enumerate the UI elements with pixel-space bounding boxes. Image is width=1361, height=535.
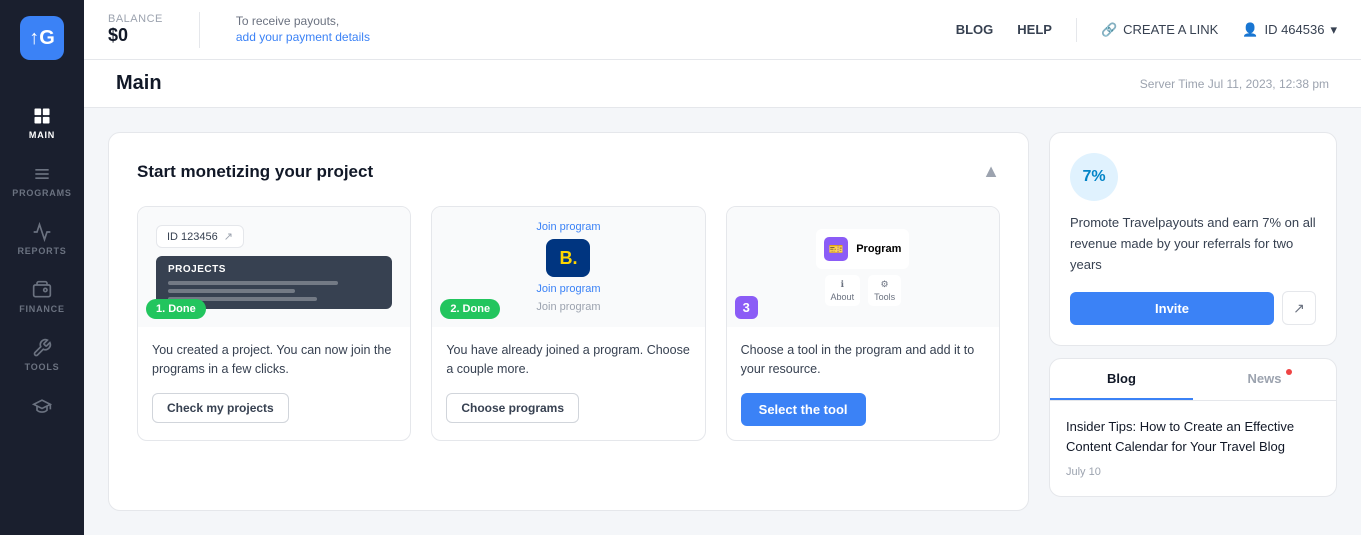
sidebar-item-finance[interactable]: FINANCE — [0, 270, 84, 324]
topbar: Balance $0 To receive payouts, add your … — [84, 0, 1361, 60]
tab-news[interactable]: News — [1193, 359, 1336, 400]
join-link-bottom[interactable]: Join program — [536, 301, 600, 313]
check-projects-button[interactable]: Check my projects — [152, 393, 289, 423]
server-time: Server Time Jul 11, 2023, 12:38 pm — [1140, 77, 1329, 91]
program-footer: ℹ About ⚙ Tools — [825, 275, 902, 306]
step-2-card: Join program B. Join program Join progra… — [431, 206, 705, 441]
sidebar-item-tools-label: TooLS — [25, 362, 60, 372]
list-icon — [32, 164, 52, 184]
user-icon: 👤 — [1242, 22, 1258, 38]
step-3-card: 🎫 Program ℹ About ⚙ Tools — [726, 206, 1000, 441]
program-header: 🎫 Program — [816, 229, 909, 269]
select-tool-button[interactable]: Select the tool — [741, 393, 866, 426]
choose-programs-button[interactable]: Choose programs — [446, 393, 579, 423]
user-badge[interactable]: 👤 ID 464536 ▾ — [1242, 22, 1337, 38]
sidebar-nav: MAIN PROGRAMS REPORTS FINANCE TooLS — [0, 96, 84, 426]
step-1-desc: You created a project. You can now join … — [152, 341, 396, 379]
sidebar-item-programs-label: PROGRAMS — [12, 188, 71, 198]
step-3-body: Choose a tool in the program and add it … — [727, 327, 999, 440]
user-id: ID 464536 — [1264, 22, 1324, 37]
blog-news-card: Blog News Insider Tips: How to Create an… — [1049, 358, 1337, 497]
step-3-desc: Choose a tool in the program and add it … — [741, 341, 985, 379]
page-title: Main — [116, 72, 162, 95]
topbar-right: BLOG HELP 🔗 CREATE A LINK 👤 ID 464536 ▾ — [956, 18, 1337, 42]
id-chip: ID 123456 ↗ — [156, 225, 244, 248]
create-link-button[interactable]: 🔗 CREATE A LINK — [1101, 22, 1218, 38]
help-link[interactable]: HELP — [1017, 22, 1052, 37]
sidebar-item-reports-label: REPORTS — [17, 246, 66, 256]
article-date: July 10 — [1066, 466, 1101, 478]
card-title: Start monetizing your project — [137, 162, 373, 182]
balance-amount: $0 — [108, 25, 163, 46]
chevron-down-icon: ▾ — [1330, 22, 1337, 38]
booking-logo: B. — [546, 239, 590, 277]
step-3-preview: 🎫 Program ℹ About ⚙ Tools — [727, 207, 999, 327]
topbar-divider-2 — [1076, 18, 1077, 42]
program-icon: 🎫 — [824, 237, 848, 261]
program-label: Program — [856, 243, 901, 255]
join-link-top[interactable]: Join program — [536, 221, 600, 233]
sidebar-item-tools[interactable]: TooLS — [0, 328, 84, 382]
step-1-badge: 1. Done — [146, 299, 206, 319]
balance-section: Balance $0 To receive payouts, add your … — [108, 12, 370, 48]
article-title[interactable]: Insider Tips: How to Create an Effective… — [1066, 417, 1320, 456]
step-1-card: ID 123456 ↗ PROJECTS — [137, 206, 411, 441]
content-area: Start monetizing your project ▲ ID 12345… — [84, 108, 1361, 535]
sidebar: ↑G MAIN PROGRAMS REPORTS FIN — [0, 0, 84, 535]
balance-info: Balance $0 — [108, 13, 163, 46]
sidebar-item-main[interactable]: MAIN — [0, 96, 84, 150]
right-panel: 7% Promote Travelpayouts and earn 7% on … — [1049, 132, 1337, 511]
news-notification-dot — [1286, 369, 1292, 375]
cursor-icon: ↗ — [224, 230, 233, 243]
blog-tab-label: Blog — [1107, 371, 1136, 386]
tab-blog[interactable]: Blog — [1050, 359, 1193, 400]
payout-link[interactable]: add your payment details — [236, 30, 370, 44]
sidebar-item-main-label: MAIN — [29, 130, 55, 140]
tools-btn: ⚙ Tools — [868, 275, 901, 306]
wrench-icon — [32, 338, 52, 358]
sidebar-item-finance-label: FINANCE — [19, 304, 65, 314]
join-link-middle[interactable]: Join program — [536, 283, 600, 295]
payout-info: To receive payouts, add your payment det… — [236, 14, 370, 46]
collapse-icon[interactable]: ▲ — [982, 161, 1000, 182]
step-2-badge: 2. Done — [440, 299, 500, 319]
sidebar-item-education[interactable] — [0, 386, 84, 426]
step-2-preview: Join program B. Join program Join progra… — [432, 207, 704, 327]
invite-button[interactable]: Invite — [1070, 292, 1274, 325]
main-container: Balance $0 To receive payouts, add your … — [84, 0, 1361, 535]
news-tab-label: News — [1248, 371, 1282, 386]
step-2-desc: You have already joined a program. Choos… — [446, 341, 690, 379]
promo-percent: 7% — [1070, 153, 1118, 201]
promo-card: 7% Promote Travelpayouts and earn 7% on … — [1049, 132, 1337, 346]
blog-tabs: Blog News — [1050, 359, 1336, 401]
create-link-label: CREATE A LINK — [1123, 22, 1218, 37]
promo-text: Promote Travelpayouts and earn 7% on all… — [1070, 213, 1316, 275]
topbar-divider-1 — [199, 12, 200, 48]
grid-icon — [32, 106, 52, 126]
about-btn: ℹ About — [825, 275, 861, 306]
sidebar-item-programs[interactable]: PROGRAMS — [0, 154, 84, 208]
step-3-badge: 3 — [735, 296, 758, 319]
page-header: Main Server Time Jul 11, 2023, 12:38 pm — [84, 60, 1361, 108]
link-icon: 🔗 — [1101, 22, 1117, 38]
blog-content: Insider Tips: How to Create an Effective… — [1050, 401, 1336, 496]
step-1-preview: ID 123456 ↗ PROJECTS — [138, 207, 410, 327]
share-icon: ↗ — [1293, 300, 1305, 317]
wallet-icon — [32, 280, 52, 300]
sidebar-item-reports[interactable]: REPORTS — [0, 212, 84, 266]
logo[interactable]: ↑G — [20, 16, 64, 60]
share-icon-button[interactable]: ↗ — [1282, 291, 1316, 325]
chart-icon — [32, 222, 52, 242]
invite-row: Invite ↗ — [1070, 291, 1316, 325]
main-card: Start monetizing your project ▲ ID 12345… — [108, 132, 1029, 511]
step-1-body: You created a project. You can now join … — [138, 327, 410, 437]
card-header: Start monetizing your project ▲ — [137, 161, 1000, 182]
payout-text: To receive payouts, — [236, 14, 370, 28]
step-2-body: You have already joined a program. Choos… — [432, 327, 704, 437]
steps-grid: ID 123456 ↗ PROJECTS — [137, 206, 1000, 441]
balance-label: Balance — [108, 13, 163, 25]
blog-link[interactable]: BLOG — [956, 22, 994, 37]
graduation-icon — [32, 396, 52, 416]
